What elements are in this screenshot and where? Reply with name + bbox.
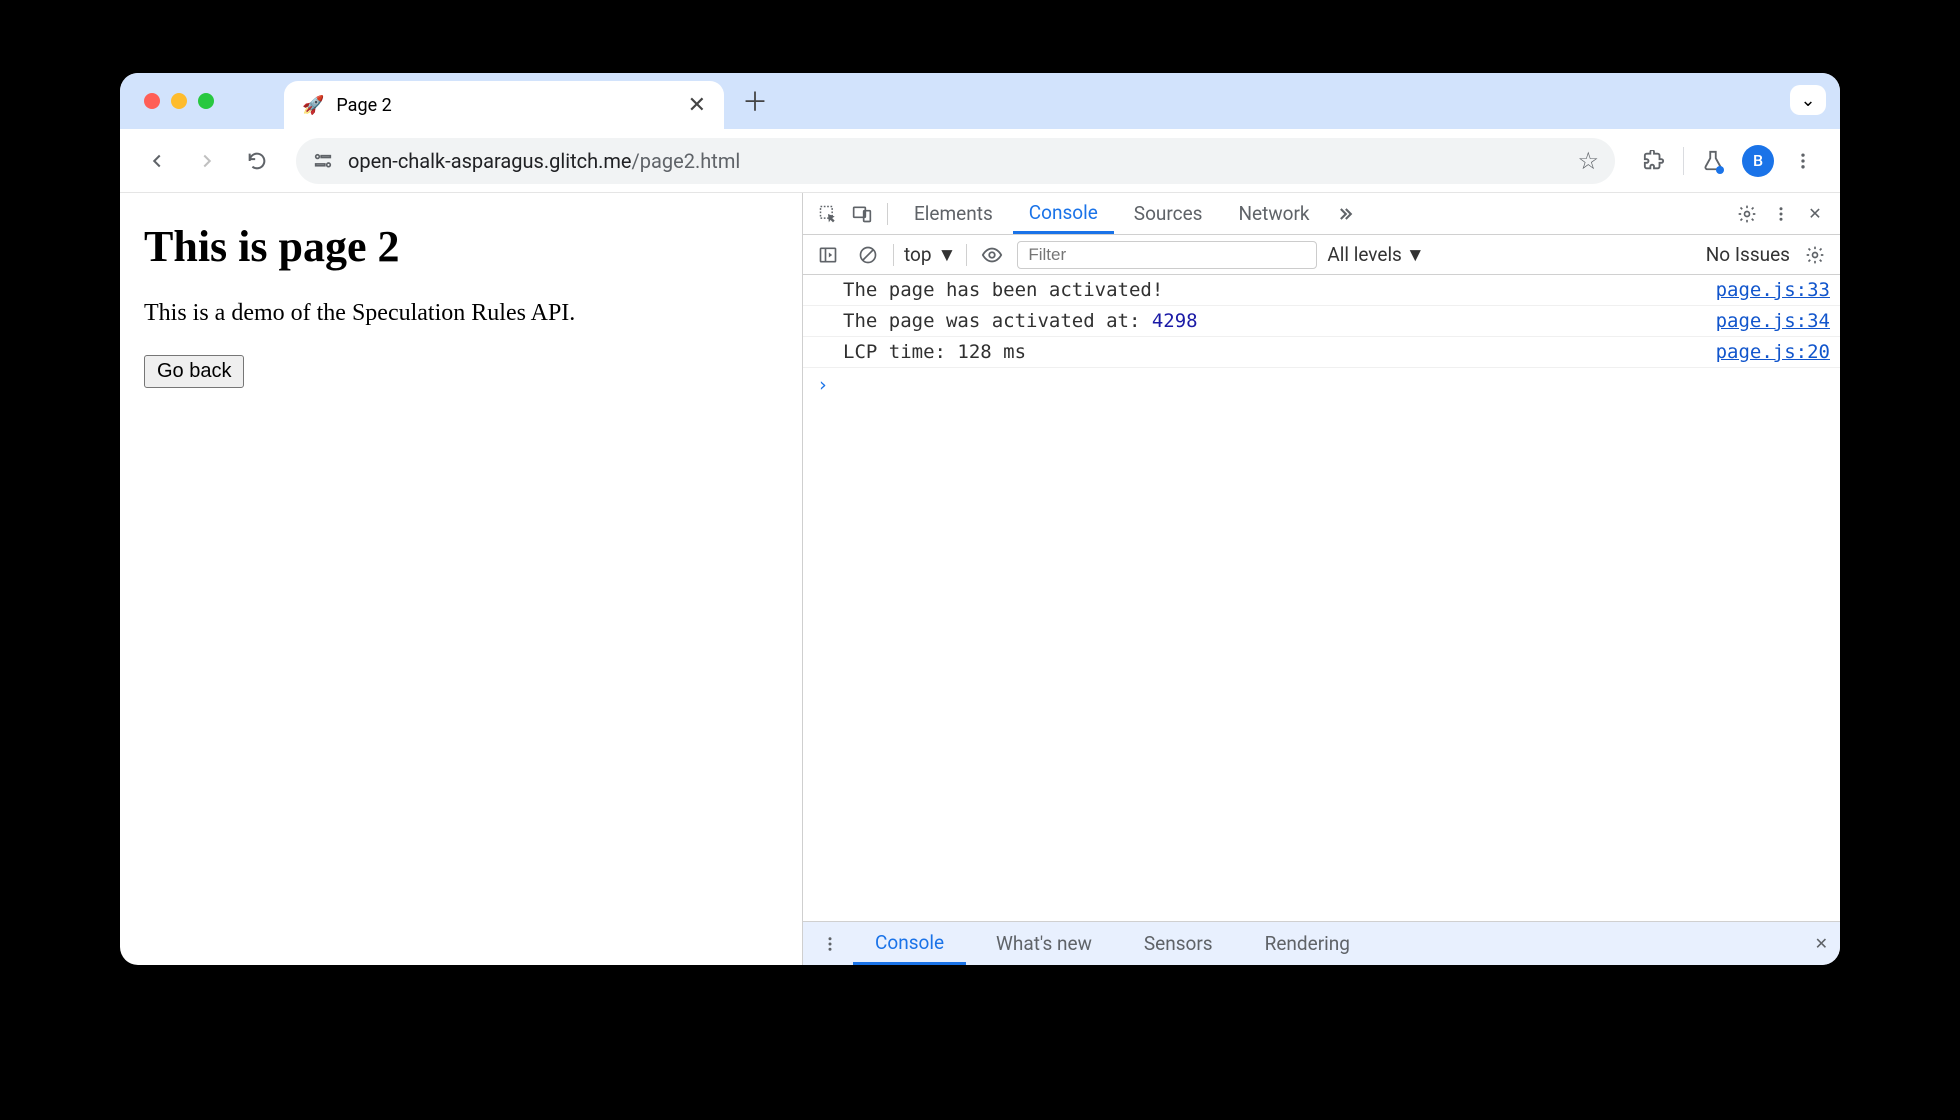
log-source-link[interactable]: page.js:34 xyxy=(1716,310,1830,332)
divider xyxy=(966,244,967,266)
close-drawer-icon[interactable]: ✕ xyxy=(1815,934,1828,953)
toolbar-divider xyxy=(1683,147,1684,175)
site-info-icon[interactable] xyxy=(312,152,334,170)
log-message: LCP time: 128 ms xyxy=(843,341,1700,363)
browser-tab[interactable]: 🚀 Page 2 ✕ xyxy=(284,81,724,129)
inspect-element-icon[interactable] xyxy=(813,199,843,229)
window-controls xyxy=(144,93,214,109)
log-message: The page was activated at: 4298 xyxy=(843,310,1700,332)
labs-icon[interactable] xyxy=(1692,140,1734,182)
minimize-window-button[interactable] xyxy=(171,93,187,109)
divider xyxy=(893,244,894,266)
drawer-tab-whatsnew[interactable]: What's new xyxy=(974,922,1114,965)
filter-input[interactable] xyxy=(1017,241,1317,269)
page-heading: This is page 2 xyxy=(144,221,778,272)
drawer-menu-icon[interactable] xyxy=(815,929,845,959)
console-toolbar: top▼ All levels▼ No Issues xyxy=(803,235,1840,275)
extensions-icon[interactable] xyxy=(1633,140,1675,182)
log-levels-selector[interactable]: All levels▼ xyxy=(1327,243,1424,267)
address-bar[interactable]: open-chalk-asparagus.glitch.me/page2.htm… xyxy=(296,138,1615,184)
devtools-panel: Elements Console Sources Network ✕ xyxy=(802,193,1840,965)
more-tabs-icon[interactable] xyxy=(1330,199,1360,229)
url-text: open-chalk-asparagus.glitch.me/page2.htm… xyxy=(348,149,1563,173)
settings-gear-icon[interactable] xyxy=(1732,199,1762,229)
browser-window: 🚀 Page 2 ✕ ＋ ⌄ open-chalk-asparagus.glit… xyxy=(120,73,1840,965)
tab-elements[interactable]: Elements xyxy=(898,193,1009,234)
reload-button[interactable] xyxy=(236,140,278,182)
sidebar-toggle-icon[interactable] xyxy=(813,240,843,270)
live-expression-icon[interactable] xyxy=(977,240,1007,270)
drawer-tab-console[interactable]: Console xyxy=(853,922,966,965)
log-source-link[interactable]: page.js:33 xyxy=(1716,279,1830,301)
devtools-menu-icon[interactable] xyxy=(1766,199,1796,229)
tabs-dropdown-button[interactable]: ⌄ xyxy=(1790,85,1826,115)
console-settings-gear-icon[interactable] xyxy=(1800,240,1830,270)
tab-console[interactable]: Console xyxy=(1013,193,1114,234)
go-back-button[interactable]: Go back xyxy=(144,355,244,388)
close-window-button[interactable] xyxy=(144,93,160,109)
tab-network[interactable]: Network xyxy=(1222,193,1325,234)
maximize-window-button[interactable] xyxy=(198,93,214,109)
profile-avatar[interactable]: B xyxy=(1742,145,1774,177)
tab-sources[interactable]: Sources xyxy=(1118,193,1219,234)
console-log-row: LCP time: 128 ms page.js:20 xyxy=(803,337,1840,368)
clear-console-icon[interactable] xyxy=(853,240,883,270)
console-output: The page has been activated! page.js:33 … xyxy=(803,275,1840,921)
divider xyxy=(887,203,888,225)
log-source-link[interactable]: page.js:20 xyxy=(1716,341,1830,363)
bookmark-star-icon[interactable]: ☆ xyxy=(1577,147,1599,175)
close-tab-button[interactable]: ✕ xyxy=(688,93,706,118)
browser-menu-button[interactable] xyxy=(1782,140,1824,182)
issues-status[interactable]: No Issues xyxy=(1706,243,1790,266)
toolbar: open-chalk-asparagus.glitch.me/page2.htm… xyxy=(120,129,1840,193)
drawer-tab-sensors[interactable]: Sensors xyxy=(1122,922,1235,965)
log-message: The page has been activated! xyxy=(843,279,1700,301)
back-button[interactable] xyxy=(136,140,178,182)
devtools-drawer: Console What's new Sensors Rendering ✕ xyxy=(803,921,1840,965)
forward-button[interactable] xyxy=(186,140,228,182)
rendered-page: This is page 2 This is a demo of the Spe… xyxy=(120,193,802,965)
console-log-row: The page was activated at: 4298 page.js:… xyxy=(803,306,1840,337)
device-toggle-icon[interactable] xyxy=(847,199,877,229)
tab-strip: 🚀 Page 2 ✕ ＋ ⌄ xyxy=(120,73,1840,129)
content-area: This is page 2 This is a demo of the Spe… xyxy=(120,193,1840,965)
notification-dot xyxy=(1716,166,1724,174)
tab-favicon-icon: 🚀 xyxy=(302,95,324,116)
context-selector[interactable]: top▼ xyxy=(904,243,956,267)
page-paragraph: This is a demo of the Speculation Rules … xyxy=(144,300,778,327)
drawer-tab-rendering[interactable]: Rendering xyxy=(1243,922,1372,965)
tab-title: Page 2 xyxy=(336,95,391,116)
console-prompt[interactable]: › xyxy=(803,368,1840,402)
console-log-row: The page has been activated! page.js:33 xyxy=(803,275,1840,306)
new-tab-button[interactable]: ＋ xyxy=(742,82,768,119)
devtools-tabs: Elements Console Sources Network ✕ xyxy=(803,193,1840,235)
close-devtools-icon[interactable]: ✕ xyxy=(1800,199,1830,229)
